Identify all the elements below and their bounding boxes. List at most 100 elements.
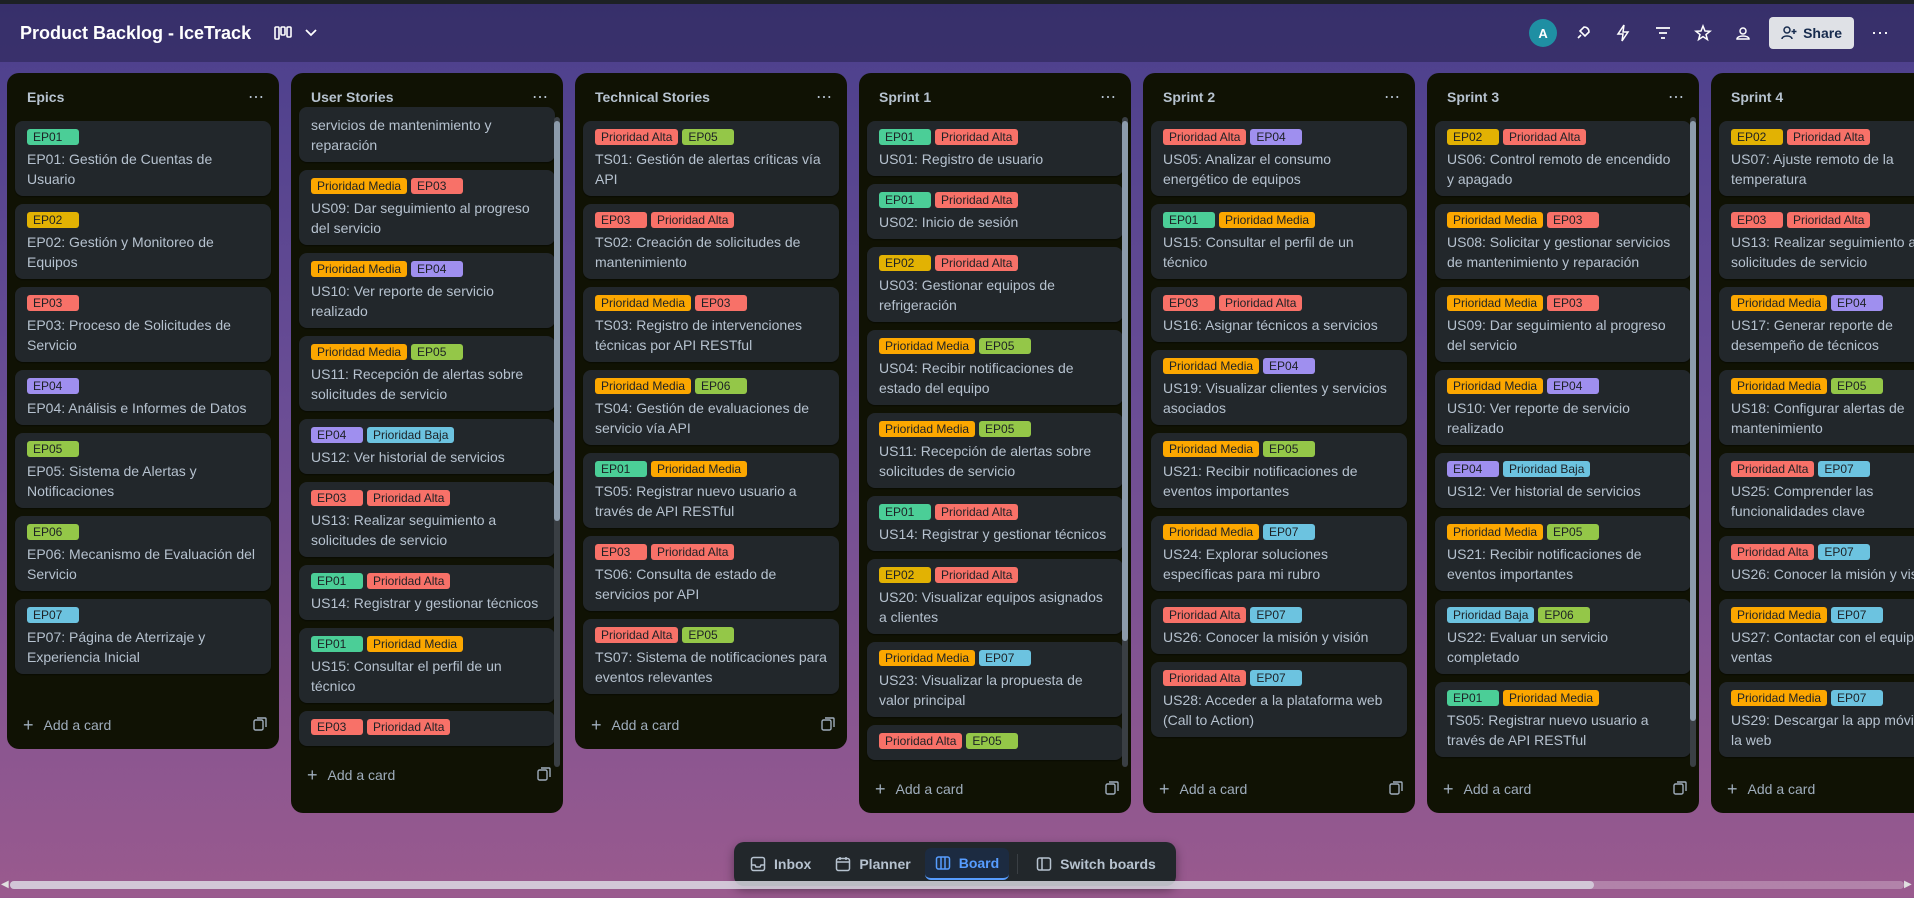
label-prioridad-media[interactable]: Prioridad Media — [879, 650, 976, 666]
card[interactable]: EP03 Prioridad Alta — [299, 711, 555, 746]
list-title[interactable]: User Stories — [311, 89, 393, 105]
label-prioridad-alta[interactable]: Prioridad Alta — [1219, 295, 1303, 311]
card[interactable]: Prioridad Media EP07 US27: Contactar con e… — [1719, 599, 1914, 674]
label-ep05[interactable]: EP05 — [979, 421, 1032, 437]
label-ep07[interactable]: EP07 — [1250, 607, 1303, 623]
label-ep07[interactable]: EP07 — [979, 650, 1032, 666]
label-ep02[interactable]: EP02 — [879, 255, 931, 271]
card-template-icon[interactable] — [821, 716, 835, 734]
card[interactable]: EP04 EP04: Análisis e Informes de Datos — [15, 370, 271, 425]
label-ep05[interactable]: EP05 — [979, 338, 1032, 354]
label-prioridad-alta[interactable]: Prioridad Alta — [1163, 129, 1247, 145]
avatar[interactable]: A — [1529, 19, 1558, 47]
label-ep03[interactable]: EP03 — [1547, 212, 1600, 228]
list-more-icon[interactable]: ⋯ — [532, 87, 549, 107]
label-prioridad-media[interactable]: Prioridad Media — [651, 461, 748, 477]
label-ep07[interactable]: EP07 — [1263, 524, 1316, 540]
label-ep05[interactable]: EP05 — [682, 627, 735, 643]
label-ep04[interactable]: EP04 — [411, 261, 464, 277]
add-card-button[interactable]: + Add a card — [7, 701, 279, 749]
horizontal-scrollbar[interactable] — [0, 878, 1914, 890]
label-ep03[interactable]: EP03 — [311, 719, 363, 735]
label-ep04[interactable]: EP04 — [1250, 129, 1303, 145]
label-prioridad-media[interactable]: Prioridad Media — [595, 295, 692, 311]
label-prioridad-media[interactable]: Prioridad Media — [1163, 441, 1260, 457]
card[interactable]: Prioridad Media EP07 US23: Visualizar la p… — [867, 642, 1123, 717]
label-ep07[interactable]: EP07 — [1831, 690, 1884, 706]
card[interactable]: EP02 Prioridad Alta US06: Control remoto d… — [1435, 121, 1691, 196]
label-prioridad-alta[interactable]: Prioridad Alta — [879, 733, 963, 749]
label-ep04[interactable]: EP04 — [1447, 461, 1499, 477]
label-ep05[interactable]: EP05 — [1263, 441, 1316, 457]
card[interactable]: Prioridad Alta EP05 TS07: Sistema de notif… — [583, 619, 839, 694]
card[interactable]: EP04 Prioridad Baja US12: Ver historial de… — [1435, 453, 1691, 508]
label-prioridad-media[interactable]: Prioridad Media — [1731, 295, 1828, 311]
label-ep01[interactable]: EP01 — [879, 192, 931, 208]
add-card-button[interactable]: + Add a card — [291, 751, 563, 799]
label-ep01[interactable]: EP01 — [1447, 690, 1499, 706]
scroll-left-arrow-icon[interactable]: ◀ — [1, 879, 9, 890]
card[interactable]: EP07 EP07: Página de Aterrizaje y Experie… — [15, 599, 271, 674]
label-prioridad-alta[interactable]: Prioridad Alta — [1731, 461, 1815, 477]
add-card-button[interactable]: + Add a card — [575, 701, 847, 749]
label-prioridad-media[interactable]: Prioridad Media — [1447, 212, 1544, 228]
card[interactable]: EP01 EP01: Gestión de Cuentas de Usuario — [15, 121, 271, 196]
card[interactable]: EP04 Prioridad Baja US12: Ver historial de… — [299, 419, 555, 474]
card[interactable]: EP02 Prioridad Alta US03: Gestionar equipo… — [867, 247, 1123, 322]
list-more-icon[interactable]: ⋯ — [248, 87, 265, 107]
label-ep05[interactable]: EP05 — [966, 733, 1019, 749]
list-scroll-thumb[interactable] — [554, 121, 560, 521]
filter-icon[interactable] — [1649, 19, 1677, 47]
more-options-icon[interactable]: ⋯ — [1866, 19, 1894, 47]
label-prioridad-alta[interactable]: Prioridad Alta — [651, 212, 735, 228]
card[interactable]: EP06 EP06: Mecanismo de Evaluación del Se… — [15, 516, 271, 591]
label-ep04[interactable]: EP04 — [27, 378, 79, 394]
label-prioridad-alta[interactable]: Prioridad Alta — [367, 573, 451, 589]
add-card-button[interactable]: + Add a card — [1427, 765, 1699, 813]
add-card-button[interactable]: + Add a card — [859, 765, 1131, 813]
list-scrollbar[interactable] — [1690, 117, 1696, 767]
chevron-down-icon[interactable] — [297, 19, 325, 47]
list-title[interactable]: Sprint 1 — [879, 89, 931, 105]
label-ep01[interactable]: EP01 — [1163, 212, 1215, 228]
label-prioridad-alta[interactable]: Prioridad Alta — [935, 567, 1019, 583]
board-button[interactable]: Board — [924, 848, 1010, 880]
label-prioridad-alta[interactable]: Prioridad Alta — [1503, 129, 1587, 145]
label-prioridad-alta[interactable]: Prioridad Alta — [1787, 129, 1871, 145]
card[interactable]: Prioridad Media EP04 US10: Ver reporte de … — [1435, 370, 1691, 445]
card[interactable]: EP02 Prioridad Alta US20: Visualizar equip… — [867, 559, 1123, 634]
label-ep03[interactable]: EP03 — [27, 295, 79, 311]
card[interactable]: Prioridad Media EP05 US04: Recibir notific… — [867, 330, 1123, 405]
card[interactable]: Prioridad Alta EP07 US28: Acceder a la pla… — [1151, 662, 1407, 737]
card[interactable]: Prioridad Media EP03 US09: Dar seguimiento… — [1435, 287, 1691, 362]
label-ep01[interactable]: EP01 — [595, 461, 647, 477]
label-ep03[interactable]: EP03 — [411, 178, 464, 194]
card[interactable]: EP01 Prioridad Media US15: Consultar el pe… — [1151, 204, 1407, 279]
label-ep07[interactable]: EP07 — [27, 607, 79, 623]
list-title[interactable]: Epics — [27, 89, 64, 105]
list-title[interactable]: Sprint 2 — [1163, 89, 1215, 105]
label-prioridad-media[interactable]: Prioridad Media — [1219, 212, 1316, 228]
label-ep06[interactable]: EP06 — [27, 524, 79, 540]
label-ep02[interactable]: EP02 — [1447, 129, 1499, 145]
list-scrollbar[interactable] — [554, 117, 560, 767]
label-prioridad-alta[interactable]: Prioridad Alta — [1787, 212, 1871, 228]
list-title[interactable]: Sprint 4 — [1731, 89, 1783, 105]
card[interactable]: Prioridad Alta EP07 US25: Comprender las f… — [1719, 453, 1914, 528]
label-ep05[interactable]: EP05 — [1831, 378, 1884, 394]
label-ep03[interactable]: EP03 — [695, 295, 748, 311]
label-ep03[interactable]: EP03 — [1547, 295, 1600, 311]
card[interactable]: EP02 EP02: Gestión y Monitoreo de Equipos — [15, 204, 271, 279]
power-ups-icon[interactable] — [1569, 19, 1597, 47]
label-prioridad-alta[interactable]: Prioridad Alta — [1731, 544, 1815, 560]
list-more-icon[interactable]: ⋯ — [1100, 87, 1117, 107]
label-ep07[interactable]: EP07 — [1818, 461, 1871, 477]
label-prioridad-alta[interactable]: Prioridad Alta — [595, 129, 679, 145]
list-more-icon[interactable]: ⋯ — [1384, 87, 1401, 107]
card[interactable]: Prioridad Media EP03 TS03: Registro de int… — [583, 287, 839, 362]
label-ep05[interactable]: EP05 — [411, 344, 464, 360]
label-prioridad-media[interactable]: Prioridad Media — [367, 636, 464, 652]
card[interactable]: Prioridad Media EP05 US21: Recibir notific… — [1151, 433, 1407, 508]
card-template-icon[interactable] — [1389, 780, 1403, 798]
card[interactable]: Prioridad Alta EP07 US26: Conocer la misió… — [1719, 536, 1914, 591]
